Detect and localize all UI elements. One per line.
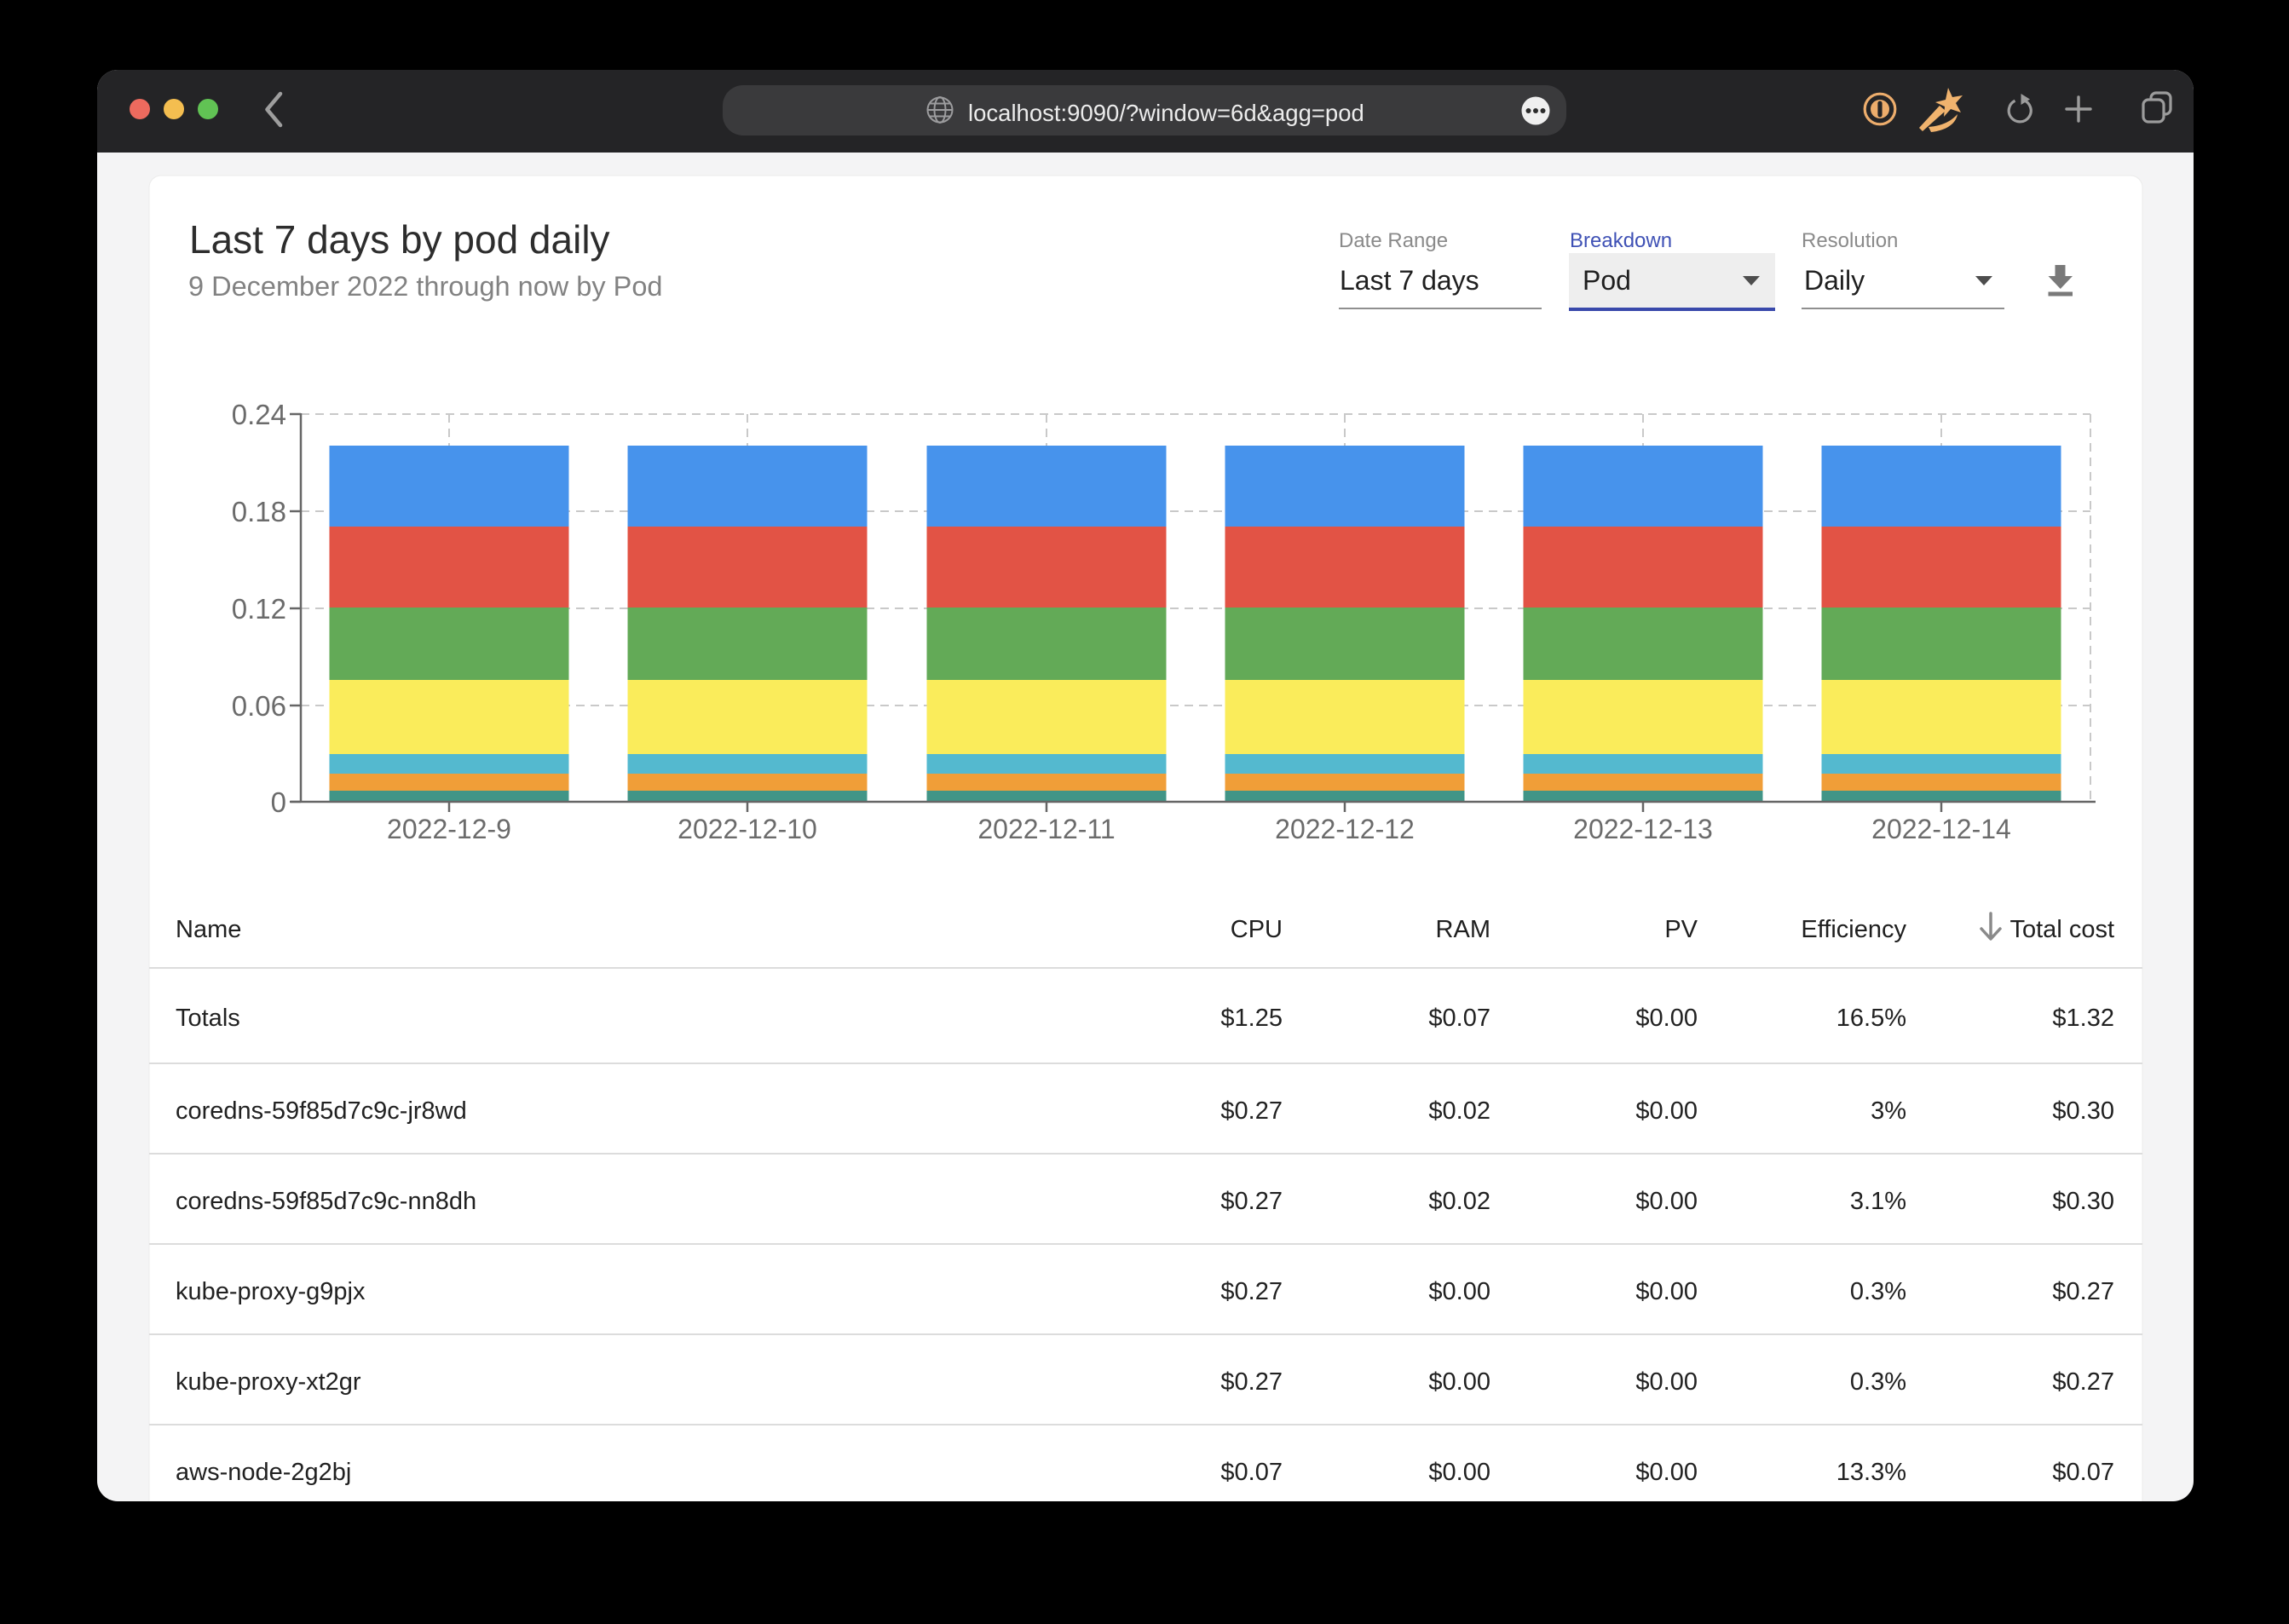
svg-text:$0.00: $0.00	[1635, 1459, 1698, 1486]
svg-text:0.06: 0.06	[232, 690, 286, 722]
svg-text:16.5%: 16.5%	[1836, 1005, 1906, 1032]
svg-text:$0.00: $0.00	[1635, 1368, 1698, 1396]
svg-text:2022-12-14: 2022-12-14	[1871, 814, 2011, 844]
svg-text:$0.00: $0.00	[1428, 1278, 1490, 1305]
svg-text:$0.07: $0.07	[1428, 1005, 1490, 1032]
svg-text:0.24: 0.24	[232, 399, 286, 430]
svg-text:Resolution: Resolution	[1802, 229, 1898, 252]
svg-text:$0.27: $0.27	[1220, 1368, 1283, 1396]
svg-text:Last 7 days: Last 7 days	[1340, 265, 1479, 296]
svg-text:$0.27: $0.27	[1220, 1278, 1283, 1305]
svg-text:$0.00: $0.00	[1635, 1097, 1698, 1125]
svg-text:Breakdown: Breakdown	[1570, 229, 1672, 252]
svg-text:0: 0	[271, 786, 286, 818]
svg-text:$0.02: $0.02	[1428, 1097, 1490, 1125]
svg-text:kube-proxy-g9pjx: kube-proxy-g9pjx	[176, 1278, 366, 1305]
svg-text:$0.27: $0.27	[2052, 1278, 2114, 1305]
svg-text:2022-12-12: 2022-12-12	[1275, 814, 1415, 844]
svg-text:$0.00: $0.00	[1635, 1278, 1698, 1305]
svg-text:$0.02: $0.02	[1428, 1188, 1490, 1215]
svg-text:Last 7 days by pod daily: Last 7 days by pod daily	[189, 217, 610, 262]
svg-text:Total cost: Total cost	[2010, 916, 2115, 943]
svg-text:Name: Name	[176, 916, 241, 943]
svg-text:Daily: Daily	[1804, 265, 1865, 296]
svg-text:$1.32: $1.32	[2052, 1005, 2114, 1032]
svg-text:Totals: Totals	[176, 1005, 240, 1032]
svg-text:$0.00: $0.00	[1635, 1188, 1698, 1215]
svg-text:RAM: RAM	[1436, 916, 1490, 943]
svg-text:kube-proxy-xt2gr: kube-proxy-xt2gr	[176, 1368, 361, 1396]
svg-text:$1.25: $1.25	[1220, 1005, 1283, 1032]
svg-text:2022-12-13: 2022-12-13	[1573, 814, 1713, 844]
svg-text:2022-12-10: 2022-12-10	[677, 814, 817, 844]
svg-text:localhost:9090/?window=6d&agg=: localhost:9090/?window=6d&agg=pod	[968, 100, 1364, 126]
svg-text:$0.30: $0.30	[2052, 1097, 2114, 1125]
svg-text:CPU: CPU	[1231, 916, 1283, 943]
svg-text:Efficiency: Efficiency	[1801, 916, 1906, 943]
svg-text:$0.27: $0.27	[1220, 1188, 1283, 1215]
svg-text:$0.07: $0.07	[1220, 1459, 1283, 1486]
svg-text:3.1%: 3.1%	[1850, 1188, 1906, 1215]
svg-text:2022-12-9: 2022-12-9	[387, 814, 511, 844]
svg-text:coredns-59f85d7c9c-jr8wd: coredns-59f85d7c9c-jr8wd	[176, 1097, 467, 1125]
svg-text:Pod: Pod	[1583, 265, 1631, 296]
svg-text:3%: 3%	[1871, 1097, 1906, 1125]
svg-text:0.3%: 0.3%	[1850, 1368, 1906, 1396]
svg-text:2022-12-11: 2022-12-11	[977, 814, 1115, 844]
svg-text:0.3%: 0.3%	[1850, 1278, 1906, 1305]
svg-text:Date Range: Date Range	[1339, 229, 1448, 252]
svg-text:0.12: 0.12	[232, 593, 286, 625]
svg-text:$0.07: $0.07	[2052, 1459, 2114, 1486]
svg-text:$0.27: $0.27	[2052, 1368, 2114, 1396]
svg-text:9 December 2022 through now by: 9 December 2022 through now by Pod	[188, 271, 662, 302]
svg-text:PV: PV	[1664, 916, 1698, 943]
svg-text:aws-node-2g2bj: aws-node-2g2bj	[176, 1459, 351, 1486]
svg-text:13.3%: 13.3%	[1836, 1459, 1906, 1486]
svg-text:coredns-59f85d7c9c-nn8dh: coredns-59f85d7c9c-nn8dh	[176, 1188, 476, 1215]
svg-text:$0.00: $0.00	[1635, 1005, 1698, 1032]
svg-text:$0.27: $0.27	[1220, 1097, 1283, 1125]
svg-text:$0.00: $0.00	[1428, 1459, 1490, 1486]
svg-text:$0.00: $0.00	[1428, 1368, 1490, 1396]
svg-text:$0.30: $0.30	[2052, 1188, 2114, 1215]
svg-text:0.18: 0.18	[232, 496, 286, 527]
